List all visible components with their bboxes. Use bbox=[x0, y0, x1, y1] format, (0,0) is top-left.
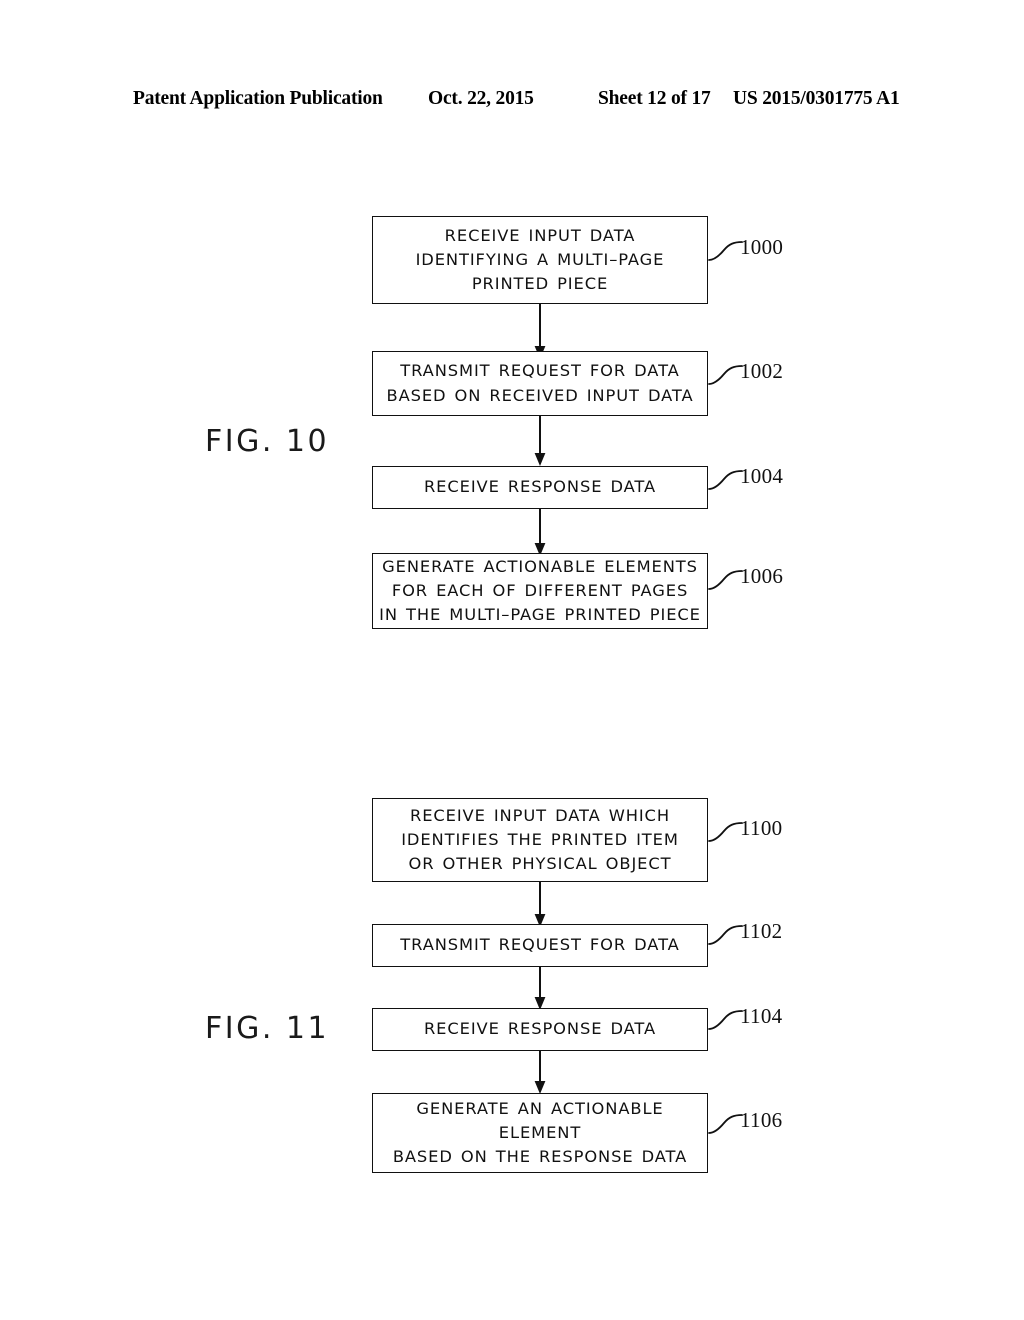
flow-box-1104-text: RECEIVE RESPONSE DATA bbox=[423, 1019, 657, 1039]
connector-arrow-1004-1006 bbox=[531, 509, 549, 557]
flow-box-1104: RECEIVE RESPONSE DATA bbox=[372, 1008, 708, 1051]
reference-number-1006: 1006 bbox=[740, 564, 784, 588]
reference-callout-1006: 1006 bbox=[708, 563, 818, 593]
reference-number-1102: 1102 bbox=[740, 919, 783, 943]
reference-callout-1106: 1106 bbox=[708, 1107, 818, 1137]
flow-box-1106-text: GENERATE AN ACTIONABLE ELEMENT BASED ON … bbox=[392, 1098, 688, 1167]
reference-number-1004: 1004 bbox=[740, 464, 784, 488]
flow-box-1006: GENERATE ACTIONABLE ELEMENTS FOR EACH OF… bbox=[372, 553, 708, 629]
flow-box-1102: TRANSMIT REQUEST FOR DATA bbox=[372, 924, 708, 967]
header-patent-number: US 2015/0301775 A1 bbox=[733, 88, 900, 109]
reference-number-1100: 1100 bbox=[740, 816, 783, 840]
flow-box-1000: RECEIVE INPUT DATA IDENTIFYING A MULTI–P… bbox=[372, 216, 708, 304]
flow-box-1004: RECEIVE RESPONSE DATA bbox=[372, 466, 708, 509]
flow-box-1102-text: TRANSMIT REQUEST FOR DATA bbox=[400, 935, 680, 955]
header-publication-label: Patent Application Publication bbox=[133, 88, 383, 109]
flow-box-1004-text: RECEIVE RESPONSE DATA bbox=[423, 477, 657, 497]
connector-arrow-1002-1004 bbox=[531, 416, 549, 467]
reference-number-1000: 1000 bbox=[740, 235, 784, 259]
header-date-label: Oct. 22, 2015 bbox=[428, 88, 534, 109]
flow-box-1106: GENERATE AN ACTIONABLE ELEMENT BASED ON … bbox=[372, 1093, 708, 1173]
flow-box-1002: TRANSMIT REQUEST FOR DATA BASED ON RECEI… bbox=[372, 351, 708, 416]
reference-callout-1002: 1002 bbox=[708, 358, 818, 388]
reference-callout-1104: 1104 bbox=[708, 1003, 818, 1033]
figure-label-fig-10: FIG. 10 bbox=[205, 424, 330, 459]
flow-box-1100: RECEIVE INPUT DATA WHICH IDENTIFIES THE … bbox=[372, 798, 708, 882]
flow-box-1100-text: RECEIVE INPUT DATA WHICH IDENTIFIES THE … bbox=[401, 805, 679, 874]
reference-number-1104: 1104 bbox=[740, 1004, 783, 1028]
reference-callout-1102: 1102 bbox=[708, 918, 818, 948]
connector-arrow-1102-1104 bbox=[531, 967, 549, 1011]
page-header: Patent Application Publication Oct. 22, … bbox=[0, 88, 1024, 114]
figure-label-fig-11: FIG. 11 bbox=[205, 1011, 330, 1046]
reference-callout-1000: 1000 bbox=[708, 234, 818, 264]
reference-callout-1100: 1100 bbox=[708, 815, 818, 845]
reference-number-1106: 1106 bbox=[740, 1108, 783, 1132]
header-sheet-label: Sheet 12 of 17 bbox=[598, 88, 711, 109]
reference-number-1002: 1002 bbox=[740, 359, 784, 383]
flow-box-1000-text: RECEIVE INPUT DATA IDENTIFYING A MULTI–P… bbox=[415, 225, 665, 294]
connector-arrow-1100-1102 bbox=[531, 882, 549, 928]
flow-box-1006-text: GENERATE ACTIONABLE ELEMENTS FOR EACH OF… bbox=[379, 556, 701, 625]
flow-box-1002-text: TRANSMIT REQUEST FOR DATA BASED ON RECEI… bbox=[386, 361, 694, 405]
connector-arrow-1104-1106 bbox=[531, 1051, 549, 1095]
reference-callout-1004: 1004 bbox=[708, 463, 818, 493]
